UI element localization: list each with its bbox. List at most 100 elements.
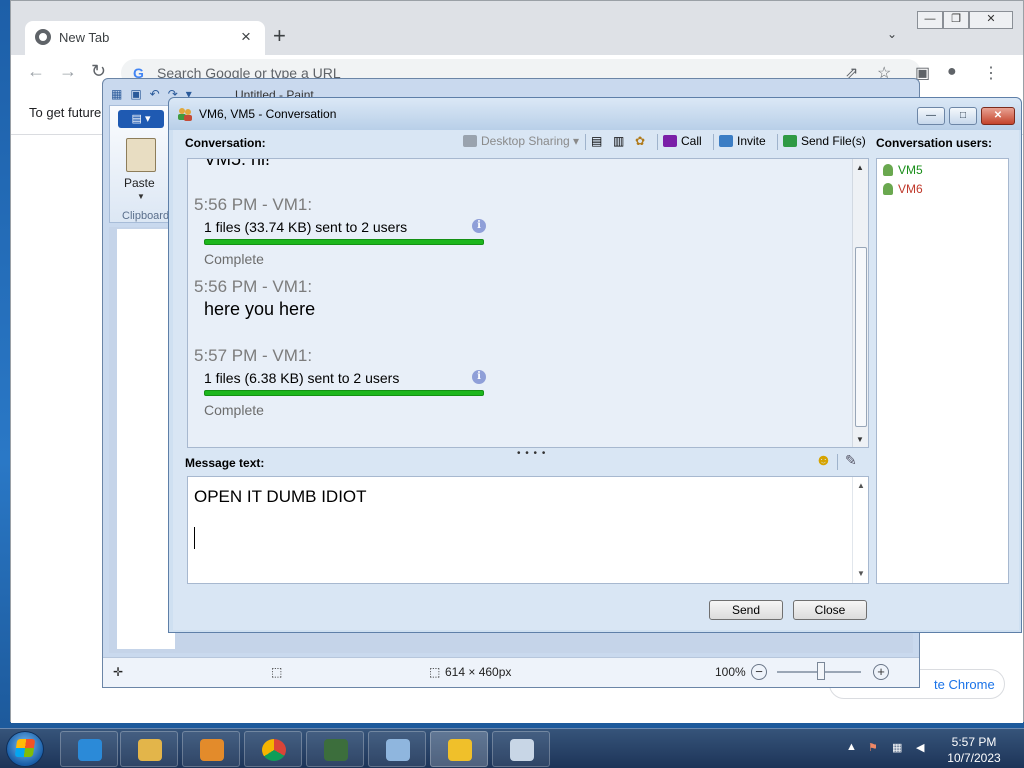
zoom-slider-thumb[interactable] [817,662,825,680]
paste-button[interactable]: Paste [124,176,155,190]
tab-new-tab[interactable]: New Tab × [25,21,265,55]
user-item[interactable]: VM5 [883,163,923,177]
forward-icon[interactable]: → [59,61,77,82]
log-icon[interactable]: ▥ [613,134,624,148]
message-text: 1 files (33.74 KB) sent to 2 users [204,219,408,235]
tab-close-icon[interactable]: × [241,27,251,47]
google-chrome-icon[interactable] [244,731,302,767]
user-avatar-icon [883,164,893,176]
call-button[interactable]: Call [663,134,702,148]
cursor-position-icon: ✛ [113,665,124,679]
volume-icon[interactable]: ◀ [916,741,924,754]
close-button[interactable]: ✕ [981,107,1015,125]
zoom-out-button[interactable]: − [751,664,767,680]
taskbar: ▲ ⚑ ▦ ◀ 5:57 PM 10/7/2023 [0,728,1024,768]
tab-search-chevron-icon[interactable]: ⌄ [887,27,897,41]
windows-logo-icon [14,739,36,757]
user-name: VM6 [898,182,923,196]
close-conversation-button[interactable]: Close [793,600,867,620]
maximize-button[interactable]: □ [949,107,977,125]
conversation-users-list: VM5 VM6 [876,158,1009,584]
nudge-icon[interactable]: ✎ [845,452,857,469]
back-icon[interactable]: ← [27,61,45,82]
file-info-icon[interactable]: i [472,219,486,233]
system-clock[interactable]: 5:57 PM 10/7/2023 [946,734,1002,766]
message-input[interactable]: OPEN IT DUMB IDIOT ▲ ▼ [187,476,869,584]
message-text-label: Message text: [185,456,265,470]
toolbar-separator [657,134,658,150]
settings-icon[interactable]: ✿ [635,134,645,148]
minimize-button[interactable]: — [917,11,943,29]
paste-icon[interactable] [126,138,156,172]
scroll-up-icon[interactable]: ▲ [856,163,864,172]
show-hidden-icons[interactable]: ▲ [846,741,857,753]
user-item[interactable]: VM6 [883,182,923,196]
info-text: To get future [29,105,102,120]
video-call-icon [663,135,677,147]
message-header: 5:56 PM - VM1: [194,277,313,296]
conversation-label: Conversation: [185,136,266,150]
action-center-icon[interactable]: ⚑ [868,741,878,754]
emoticon-icon[interactable]: ☻ [815,452,832,470]
send-button[interactable]: Send [709,600,783,620]
chat-messenger-icon[interactable] [430,731,488,767]
splitter-grip[interactable]: • • • • [517,448,546,459]
paint-icon[interactable] [492,731,550,767]
network-icon[interactable]: ▦ [892,741,902,754]
paste-dropdown-icon[interactable]: ▼ [137,192,145,201]
canvas-size: 614 × 460px [445,665,512,679]
customize-chrome-label: te Chrome [934,677,995,692]
file-info-icon[interactable]: i [472,370,486,384]
invite-users-icon [719,135,733,147]
call-label: Call [681,134,702,148]
message-header: 5:56 PM - VM1: [194,195,313,214]
message-history[interactable]: VM5: hi! 5:56 PM - VM1: 1 files (33.74 K… [187,158,869,448]
scroll-down-icon[interactable]: ▼ [857,569,865,578]
start-button[interactable] [6,731,44,767]
windows-explorer-icon[interactable] [120,731,178,767]
close-button[interactable]: ✕ [969,11,1013,29]
transfer-progress-bar [204,390,484,396]
conversation-titlebar: VM6, VM5 - Conversation — □ ✕ [169,98,1021,130]
scrollbar-thumb[interactable] [855,247,867,427]
scroll-up-icon[interactable]: ▲ [857,481,865,490]
paint-menu-button[interactable]: ▤ ▾ [118,110,164,128]
message-text: 1 files (6.38 KB) sent to 2 users [204,370,400,386]
task-manager-icon[interactable] [306,731,364,767]
toolbar-separator [585,134,586,150]
user-name: VM5 [898,163,923,177]
clipboard-group-label: Clipboard [122,210,170,222]
tab-strip: New Tab × + ⌄ — ❐ ✕ [11,1,1023,55]
clock-date: 10/7/2023 [947,751,1001,765]
desktop-sharing-button[interactable]: Desktop Sharing ▾ [463,134,579,148]
history-icon[interactable]: ▤ [591,134,602,148]
drawing-canvas[interactable] [117,229,175,649]
menu-icon[interactable]: ⋮ [983,63,999,83]
user-avatar-icon [883,183,893,195]
new-tab-button[interactable]: + [273,23,286,49]
send-files-button[interactable]: Send File(s) [783,134,866,148]
input-scrollbar[interactable]: ▲ ▼ [852,477,868,583]
transfer-progress-bar [204,239,484,245]
restore-button[interactable]: ❐ [943,11,969,29]
canvas-size-icon: ⬚ [429,665,441,679]
media-player-icon[interactable] [182,731,240,767]
chat-app-icon [178,108,192,121]
minimize-button[interactable]: — [917,107,945,125]
toolbar-separator [713,134,714,150]
internet-explorer-icon[interactable] [60,731,118,767]
zoom-in-button[interactable]: + [873,664,889,680]
tab-title: New Tab [59,30,110,45]
message-scrollbar[interactable]: ▲ ▼ [852,159,868,447]
network-app-icon[interactable] [368,731,426,767]
transfer-status: Complete [204,251,264,267]
scroll-down-icon[interactable]: ▼ [856,435,864,444]
conversation-users-label: Conversation users: [876,136,993,150]
toolbar-separator [837,454,838,470]
transfer-status: Complete [204,402,264,418]
message-header: 5:57 PM - VM1: [194,346,313,365]
profile-icon[interactable]: ● [947,63,957,81]
invite-button[interactable]: Invite [719,134,766,148]
invite-label: Invite [737,134,766,148]
paint-statusbar: ✛ ⬚ ⬚ 614 × 460px 100% − + [103,657,919,687]
